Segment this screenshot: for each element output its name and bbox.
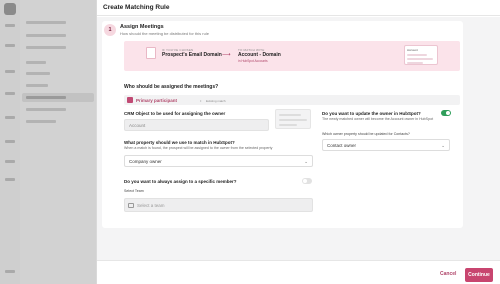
side-panel-item [26,72,50,75]
step-title: Assign Meetings [120,24,164,30]
matching-summary-banner: If you've chosen Prospect's Email Domain… [124,41,460,71]
person-icon [127,97,133,103]
crm-object-field: Account [124,119,269,131]
nav-rail-item [5,178,15,181]
side-panel-item [26,120,56,123]
chevron-down-icon: ⌄ [304,158,308,164]
app-nav-rail [0,0,20,284]
primary-participant-row[interactable]: Primary participant • Existing match [124,95,460,105]
owner-property-value: Contact owner [327,143,357,148]
banner-right-small: in HubSpot Accounts [238,58,268,63]
update-owner-toggle[interactable] [441,110,451,116]
select-team-field: Select a team [124,198,313,212]
step-number-badge: 1 [104,24,116,36]
account-preview-title: Account [407,48,418,52]
banner-right-value: Account - Domain [238,52,281,58]
select-team-label: Select Team [124,189,144,193]
assign-meetings-card: 1 Assign Meetings How should the meeting… [102,21,463,228]
owner-property-select[interactable]: Contact owner ⌄ [322,139,450,151]
nav-rail-item [5,24,15,27]
nav-rail-item [5,92,15,95]
owner-property-label: Which owner property should be updated f… [322,132,410,136]
banner-left-value: Prospect's Email Domain [162,52,222,58]
preview-line [279,124,297,126]
nav-rail-item [5,44,15,47]
app-logo [4,3,16,15]
modal-body: 1 Assign Meetings How should the meeting… [97,17,500,260]
chevron-down-icon: ⌄ [441,142,445,148]
side-panel-item [26,108,66,111]
preview-line [407,54,427,56]
participant-label: Primary participant [136,97,178,103]
modal-footer: Cancel Continue [97,260,500,284]
step-subtitle: How should the meeting be distributed fo… [120,31,209,36]
crm-object-label: CRM Object to be used for assigning the … [124,111,226,116]
separator-dot: • [200,97,202,103]
property-label: What property should we use to match in … [124,140,235,145]
property-select-value: Company owner [129,159,162,164]
toggle-knob [303,179,307,183]
preview-line [407,58,433,60]
account-preview-illustration: Account [404,45,438,65]
side-panel-item [26,34,66,37]
assignment-question: Who should be assigned the meetings? [124,84,219,90]
update-owner-help: The newly matched owner will become the … [322,117,434,121]
specific-member-toggle[interactable] [302,178,312,184]
arrow-right-icon: ⟶ [222,52,231,58]
nav-rail-item [5,160,15,163]
nav-rail-item [5,270,15,273]
modal-title: Create Matching Rule [103,4,170,11]
create-matching-rule-modal: Create Matching Rule 1 Assign Meetings H… [97,0,500,284]
continue-button[interactable]: Continue [465,268,493,282]
document-icon [146,47,156,59]
nav-rail-item [5,140,15,143]
side-panel-item [26,21,66,24]
preview-line [407,62,423,64]
preview-line [279,114,301,116]
nav-rail-item [5,116,15,119]
app-side-panel [20,0,96,284]
property-help: When a match is found, the prospect will… [124,146,273,150]
select-team-placeholder: Select a team [137,203,165,208]
side-panel-item [26,46,66,49]
toggle-knob [446,111,450,115]
cancel-button[interactable]: Cancel [440,271,456,277]
update-owner-label: Do you want to update the owner in HubSp… [322,111,421,116]
crm-object-illustration [275,109,311,129]
side-panel-item-active [26,96,66,99]
modal-header: Create Matching Rule [97,0,500,16]
team-icon [128,202,134,208]
nav-rail-item [5,70,15,73]
preview-line [279,119,307,121]
specific-member-label: Do you want to always assign to a specif… [124,179,237,184]
participant-tag: Existing match [206,98,226,103]
property-select[interactable]: Company owner ⌄ [124,155,313,167]
side-panel-item [26,61,46,64]
side-panel-item [26,84,48,87]
crm-object-value: Account [129,123,146,128]
